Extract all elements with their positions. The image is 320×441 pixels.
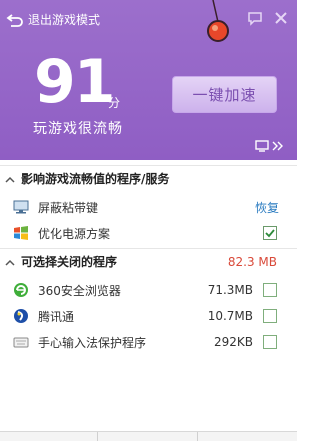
- checkbox[interactable]: [263, 309, 277, 323]
- checkbox[interactable]: [263, 283, 277, 297]
- bottom-bar: [0, 431, 297, 441]
- one-click-accelerate-button[interactable]: 一键加速: [172, 76, 277, 113]
- collapse-caret-icon: [5, 174, 15, 184]
- table-row: 腾讯通 10.7MB: [0, 303, 297, 329]
- pendulum-icon: [203, 0, 233, 45]
- fluency-score: 91: [34, 47, 115, 117]
- checkbox-checked[interactable]: [263, 226, 277, 240]
- restore-link[interactable]: 恢复: [255, 199, 279, 216]
- item-label: 优化电源方案: [38, 226, 111, 241]
- program-memory: 71.3MB: [207, 283, 253, 297]
- program-memory: 10.7MB: [207, 309, 253, 323]
- monitor-icon: [13, 199, 29, 215]
- feedback-icon[interactable]: [247, 10, 263, 26]
- closable-total-size: 82.3 MB: [227, 254, 277, 269]
- score-unit: 分: [108, 96, 121, 110]
- windows-logo-icon: [13, 225, 29, 241]
- table-row: 360安全浏览器 71.3MB: [0, 277, 297, 303]
- bottom-divider: [197, 432, 198, 441]
- browser-360-icon: [13, 282, 29, 298]
- closable-section-title: 可选择关闭的程序: [21, 255, 118, 269]
- affecting-section-header[interactable]: 影响游戏流畅值的程序/服务: [0, 165, 297, 191]
- table-row: 手心输入法保护程序 292KB: [0, 329, 297, 355]
- keyboard-icon: [13, 334, 29, 350]
- back-arrow-icon: [6, 13, 24, 27]
- window-icon[interactable]: [255, 137, 269, 156]
- program-memory: 292KB: [213, 335, 253, 349]
- game-mode-header: 退出游戏模式 91 分 玩游戏很流畅 一键加速: [0, 0, 297, 160]
- program-name: 360安全浏览器: [38, 283, 121, 298]
- list-item: 屏蔽粘带键 恢复: [0, 194, 297, 220]
- list-item: 优化电源方案: [0, 220, 297, 246]
- expand-double-chevron-icon[interactable]: [271, 137, 285, 156]
- exit-game-mode-button[interactable]: 退出游戏模式: [6, 11, 100, 28]
- program-name: 手心输入法保护程序: [38, 335, 147, 350]
- item-label: 屏蔽粘带键: [38, 200, 99, 215]
- closable-section-header[interactable]: 可选择关闭的程序 82.3 MB: [0, 248, 297, 274]
- close-icon[interactable]: [273, 10, 289, 26]
- exit-game-mode-label: 退出游戏模式: [28, 13, 101, 27]
- rtx-app-icon: [13, 308, 29, 324]
- checkbox[interactable]: [263, 335, 277, 349]
- collapse-caret-icon: [5, 257, 15, 267]
- fluency-status: 玩游戏很流畅: [33, 121, 123, 137]
- affecting-section-title: 影响游戏流畅值的程序/服务: [21, 172, 170, 186]
- program-name: 腾讯通: [38, 309, 75, 324]
- bottom-divider: [97, 432, 98, 441]
